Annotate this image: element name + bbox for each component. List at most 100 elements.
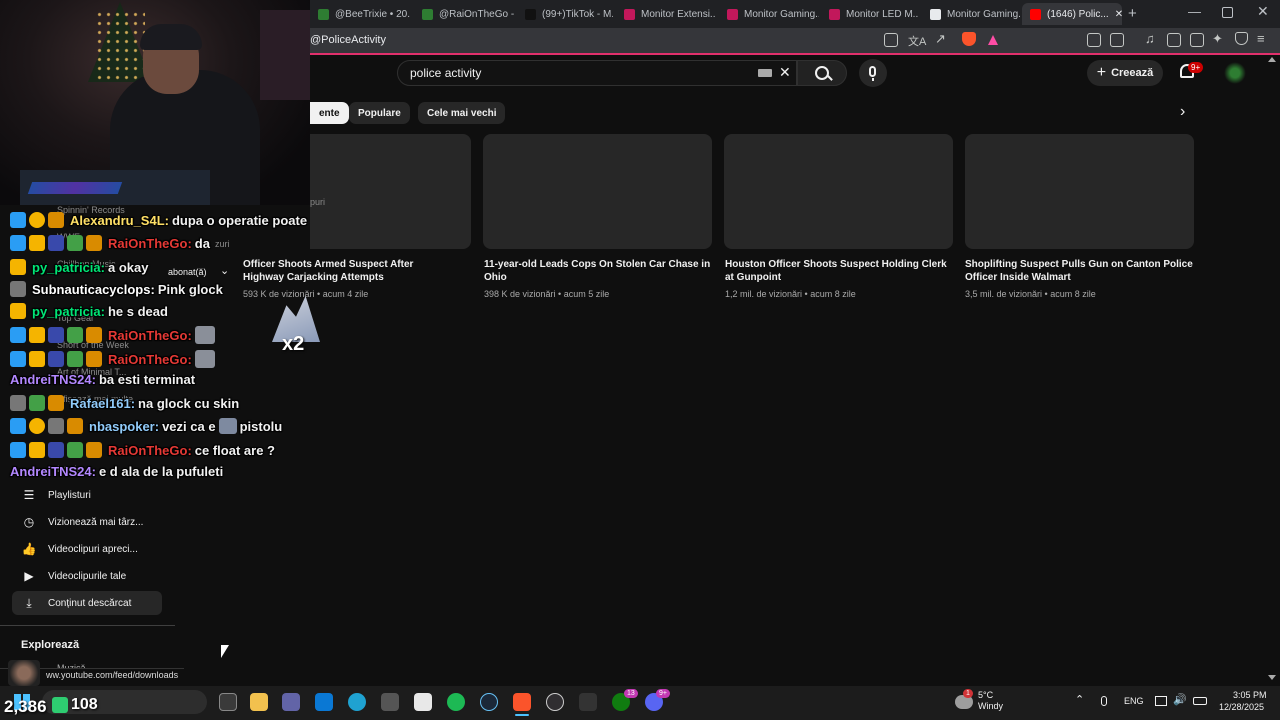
chat-username[interactable]: py_patricia: xyxy=(32,260,105,275)
brave-icon[interactable] xyxy=(513,693,531,711)
chip-latest[interactable]: ente xyxy=(310,102,349,124)
screenshot-icon[interactable] xyxy=(1110,33,1124,47)
sidebar-icon[interactable] xyxy=(1167,33,1181,47)
share-icon[interactable]: ↗ xyxy=(935,31,946,47)
clock-date[interactable]: 12/28/2025 xyxy=(1219,702,1264,712)
browser-tab[interactable]: Monitor Gaming... xyxy=(922,3,1020,25)
browser-tab[interactable]: Monitor Gaming... xyxy=(719,3,819,25)
chip-popular[interactable]: Populare xyxy=(349,102,410,124)
video-icon: ▶ xyxy=(24,569,34,583)
chat-username[interactable]: AndreiTNS24: xyxy=(10,372,96,387)
sidebar-section-title: Explorează xyxy=(21,639,80,651)
video-thumbnail[interactable] xyxy=(483,134,712,249)
browser-tab[interactable]: @RaiOnTheGo - xyxy=(414,3,514,25)
chat-badge-icon xyxy=(86,235,102,251)
search-input[interactable]: police activity xyxy=(397,60,797,86)
edge-icon[interactable] xyxy=(348,693,366,711)
brave-rewards-icon[interactable] xyxy=(988,35,998,45)
chat-username[interactable]: Alexandru_S4L: xyxy=(70,213,169,228)
browser-tab[interactable]: (1646) Polic... ✕ xyxy=(1022,3,1122,25)
app-icon[interactable] xyxy=(381,693,399,711)
windows-store-icon[interactable] xyxy=(414,693,432,711)
close-tab-icon[interactable]: ✕ xyxy=(1115,9,1122,20)
chevron-right-icon[interactable]: › xyxy=(1180,103,1185,121)
close-window-button[interactable]: ✕ xyxy=(1257,3,1269,20)
chevron-up-icon[interactable]: ⌃ xyxy=(1075,693,1084,706)
chat-username[interactable]: nbaspoker: xyxy=(89,419,159,434)
clear-search-icon[interactable]: ✕ xyxy=(779,64,791,81)
chat-username[interactable]: Subnauticacyclops: xyxy=(32,282,155,297)
menu-icon[interactable]: ≡ xyxy=(1257,31,1265,46)
chat-badge-icon xyxy=(29,418,45,434)
video-age: acum 8 zile xyxy=(1050,289,1096,299)
store-icon[interactable] xyxy=(315,693,333,711)
music-icon[interactable]: ♫ xyxy=(1145,31,1155,46)
scrollbar-down-icon[interactable] xyxy=(1268,675,1276,680)
spotify-icon[interactable] xyxy=(447,693,465,711)
streaming-app-icon[interactable] xyxy=(579,693,597,711)
new-tab-button[interactable]: + xyxy=(1128,5,1137,22)
chat-username[interactable]: RaiOnTheGo: xyxy=(108,328,192,343)
battery-icon[interactable] xyxy=(1193,697,1207,705)
chevron-down-icon[interactable]: ⌄ xyxy=(220,264,229,277)
translate-icon[interactable]: 文A xyxy=(908,33,926,49)
task-view-icon[interactable] xyxy=(219,693,237,711)
sidebar-sub-item: zuri xyxy=(215,239,230,249)
obs-icon[interactable] xyxy=(546,693,564,711)
browser-tab[interactable]: (99+)TikTok - M... xyxy=(517,3,613,25)
wallet-icon[interactable] xyxy=(1190,33,1204,47)
scrollbar-up-icon[interactable] xyxy=(1268,57,1276,62)
vpn-icon[interactable] xyxy=(1235,32,1248,45)
browser-tab[interactable]: Monitor Extensi... xyxy=(616,3,716,25)
search-button[interactable] xyxy=(797,60,847,86)
chat-badge-icon xyxy=(67,235,83,251)
sidebar-item-your-videos[interactable]: ▶ Videoclipurile tale xyxy=(12,564,162,588)
chat-badge-icon xyxy=(10,212,26,228)
extensions-icon[interactable] xyxy=(1087,33,1101,47)
chat-badge-icon xyxy=(10,303,26,319)
chat-message: nbaspoker: vezi ca e pistolu xyxy=(10,418,282,434)
chat-badge-icon xyxy=(10,259,26,275)
network-icon[interactable] xyxy=(1155,696,1167,706)
steam-icon[interactable] xyxy=(480,693,498,711)
address-text[interactable]: @PoliceActivity xyxy=(310,34,386,46)
chat-text: vezi ca e xyxy=(162,418,216,434)
language-indicator[interactable]: ENG xyxy=(1124,696,1144,706)
minimize-button[interactable]: — xyxy=(1188,4,1201,19)
sidebar-item-watch-later[interactable]: ◷ Vizionează mai târz... xyxy=(12,510,162,534)
avatar[interactable] xyxy=(1224,62,1246,84)
sidebar-item-liked[interactable]: 👍 Videoclipuri apreci... xyxy=(12,537,162,561)
video-thumbnail[interactable] xyxy=(724,134,953,249)
browser-tab[interactable]: Monitor LED M... xyxy=(821,3,919,25)
video-thumbnail[interactable] xyxy=(965,134,1194,249)
cast-icon[interactable] xyxy=(884,33,898,47)
chat-username[interactable]: RaiOnTheGo: xyxy=(108,443,192,458)
sidebar-item-playlists[interactable]: ☰ Playlisturi xyxy=(12,483,162,507)
maximize-button[interactable] xyxy=(1222,7,1233,18)
chat-username[interactable]: Rafael161: xyxy=(70,396,135,411)
file-explorer-icon[interactable] xyxy=(250,693,268,711)
chip-oldest[interactable]: Cele mai vechi xyxy=(418,102,506,124)
create-button[interactable]: + Creează xyxy=(1087,60,1163,86)
chat-username[interactable]: RaiOnTheGo: xyxy=(108,236,192,251)
leo-ai-icon[interactable]: ✦ xyxy=(1212,31,1223,47)
sidebar-item-downloads[interactable]: ⤓ Conținut descărcat xyxy=(12,591,162,615)
voice-search-button[interactable] xyxy=(859,59,887,87)
video-title[interactable]: 11-year-old Leads Cops On Stolen Car Cha… xyxy=(484,258,714,284)
video-title[interactable]: Shoplifting Suspect Pulls Gun on Canton … xyxy=(965,258,1195,284)
video-title[interactable]: Houston Officer Shoots Suspect Holding C… xyxy=(725,258,955,284)
video-title[interactable]: Officer Shoots Armed Suspect After Highw… xyxy=(243,258,443,284)
chat-username[interactable]: RaiOnTheGo: xyxy=(108,352,192,367)
brave-shield-icon[interactable] xyxy=(962,32,976,46)
volume-icon[interactable]: 🔊 xyxy=(1173,693,1187,706)
teams-icon[interactable] xyxy=(282,693,300,711)
clock-time[interactable]: 3:05 PM xyxy=(1233,690,1267,700)
chat-username[interactable]: py_patricia: xyxy=(32,304,105,319)
browser-tab[interactable]: @BeeTrixie • 20... xyxy=(310,3,410,25)
mic-tray-icon[interactable] xyxy=(1101,696,1107,706)
keyboard-icon[interactable] xyxy=(758,69,772,77)
chat-username[interactable]: AndreiTNS24: xyxy=(10,464,96,479)
video-thumbnail[interactable] xyxy=(310,134,471,249)
chat-text: he s dead xyxy=(107,303,168,319)
mic-icon-stand xyxy=(872,78,874,81)
